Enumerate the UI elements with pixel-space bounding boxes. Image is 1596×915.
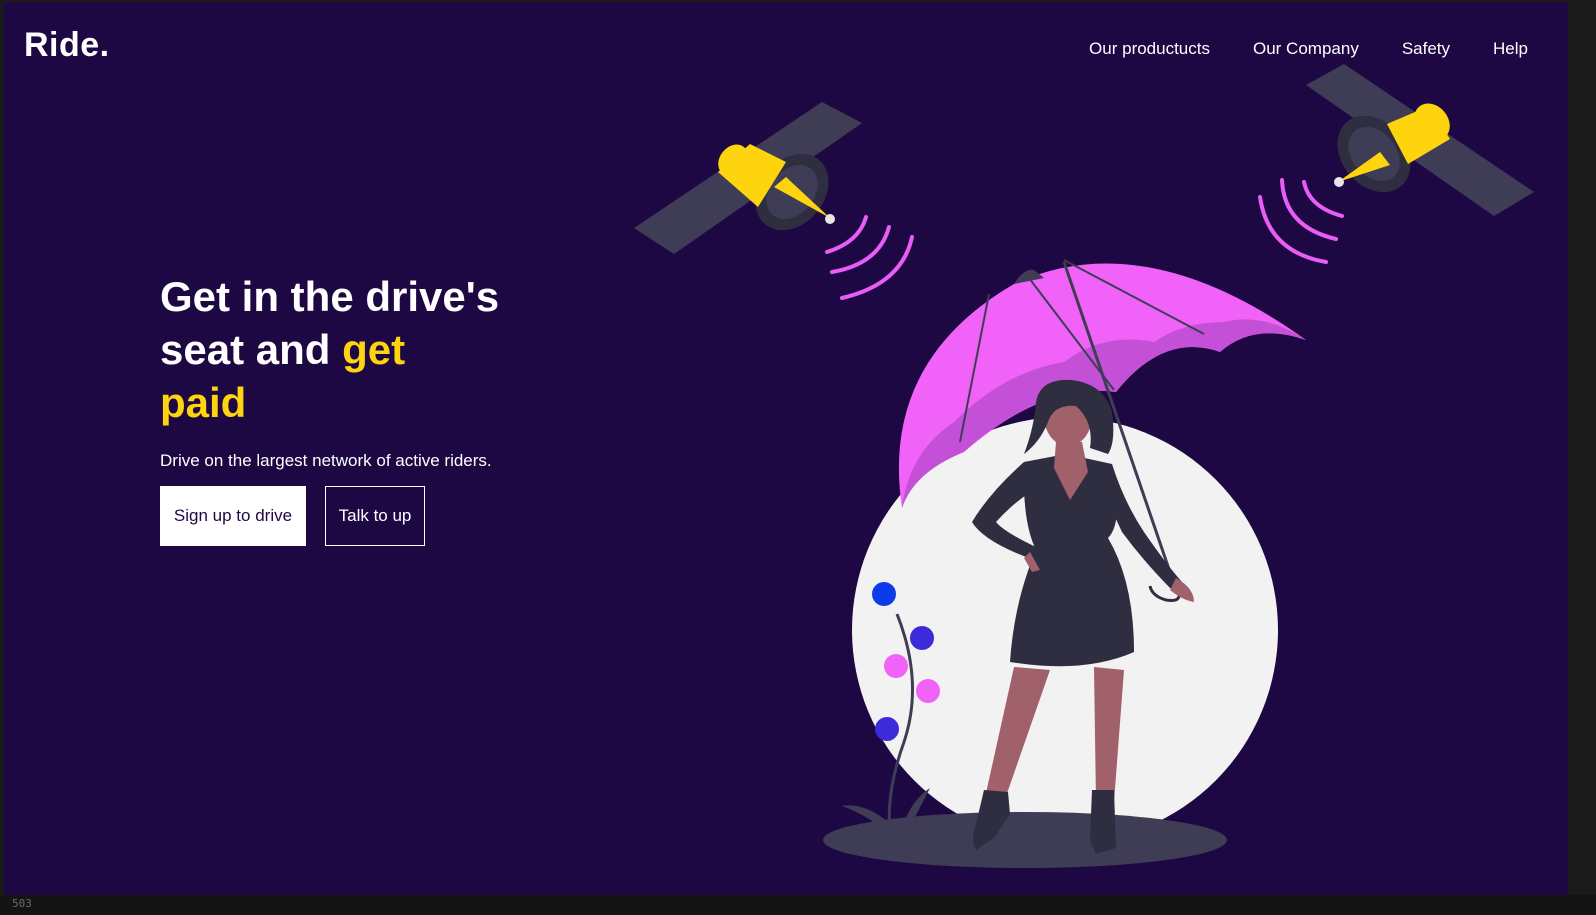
satellite-right [1306,64,1534,216]
nav-item-company[interactable]: Our Company [1253,39,1359,59]
signal-waves-right [1258,178,1344,264]
hero-title: Get in the drive's seat and get paid [160,270,580,429]
nav-item-help[interactable]: Help [1493,39,1528,59]
top-nav: Our productucts Our Company Safety Help [1089,39,1528,59]
nav-item-safety[interactable]: Safety [1402,39,1450,59]
satellite-left [634,102,862,254]
sign-up-button[interactable]: Sign up to drive [160,486,306,546]
editor-status-bar: 503 [0,895,1596,915]
signal-waves-left [825,215,914,300]
hero-title-line3-accent: paid [160,379,247,426]
hero-title-line2-accent: get [342,326,406,373]
hero-subtitle: Drive on the largest network of active r… [160,451,492,470]
hero-illustration [634,64,1534,868]
line-number-hint: 503 [12,897,32,910]
hero-title-line2-plain: seat and [160,326,343,373]
brand-logo[interactable]: Ride. [24,26,110,65]
hero-title-line1: Get in the drive's [160,273,500,320]
page-frame: Ride. Our productucts Our Company Safety… [4,2,1568,895]
nav-item-products[interactable]: Our productucts [1089,39,1210,59]
window-edge [1568,0,1596,915]
talk-button[interactable]: Talk to up [325,486,425,546]
